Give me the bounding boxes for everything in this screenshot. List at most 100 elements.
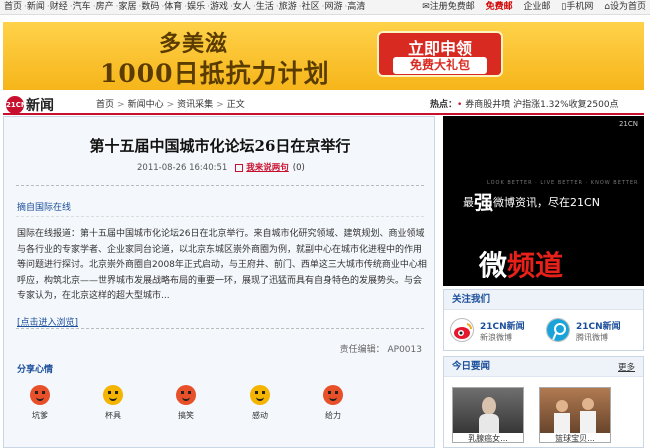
comment-count: (0) — [292, 163, 305, 173]
nav-link-ent[interactable]: 娱乐 — [187, 2, 205, 12]
nav-link-news[interactable]: 新闻 — [27, 2, 45, 12]
today-news-panel: 今日要闻 更多 乳腺癌女... 篮球宝贝... — [443, 356, 644, 448]
news-thumbnail[interactable]: 乳腺癌女... — [452, 387, 524, 443]
nav-link-life[interactable]: 生活 — [256, 2, 274, 12]
mood-label: 感动 — [252, 411, 268, 420]
follow-sina-weibo[interactable]: 21CN新闻 新浪微博 — [450, 316, 545, 346]
read-more-link[interactable]: [点击进入浏览] — [17, 315, 78, 328]
divider — [16, 216, 424, 217]
video-headline-pre: 最 — [463, 196, 474, 209]
nav-link-hd[interactable]: 高清 — [347, 2, 365, 12]
logo-name: 新闻 — [26, 97, 54, 114]
mood-cheer-button[interactable]: 给力 — [313, 385, 353, 421]
mail-icon: ✉ — [422, 2, 430, 12]
hot-topic: 热点：• 券商股井喷 沪指涨1.32%收复2500点 — [430, 97, 619, 110]
follow-tencent-weibo[interactable]: 21CN新闻 腾讯微博 — [546, 316, 641, 346]
weibo-icon — [450, 318, 474, 342]
logo-mark: 21CN — [6, 95, 27, 114]
banner-apply-button[interactable]: 立即申领 免费大礼包 — [377, 31, 503, 77]
video-headline-post: 微博资讯，尽在21CN — [493, 196, 600, 209]
comment-link[interactable]: 我来说两句 — [246, 163, 289, 173]
thumbnail-caption: 篮球宝贝... — [540, 433, 610, 442]
set-homepage-link[interactable]: 设为首页 — [610, 2, 646, 12]
nav-link-house[interactable]: 房产 — [96, 2, 114, 12]
channel-links: 首页 ·新闻 ·财经 ·汽车 ·房产 ·家居 ·数码 ·体育 ·娱乐 ·游戏 ·女人 ·生活 ·旅游 ·社… — [4, 2, 366, 12]
article-title: 第十五届中国城市化论坛26日在京举行 — [89, 137, 351, 155]
angry-face-icon — [30, 385, 50, 405]
video-english-tagline: LOOK BETTER · LIVE BETTER · KNOW BETTER — [487, 180, 639, 186]
weibo-video-ad[interactable]: 21CN LOOK BETTER · LIVE BETTER · KNOW BE… — [443, 116, 644, 286]
cheer-face-icon — [323, 385, 343, 405]
banner-slogan: 1000日抵抗力计划 — [100, 59, 330, 88]
ad-banner[interactable]: 多美滋 1000日抵抗力计划 立即申领 免费大礼包 — [3, 22, 644, 90]
more-news-link[interactable]: 更多 — [618, 361, 635, 373]
today-news-title: 今日要闻 — [444, 357, 643, 377]
mood-sad-button[interactable]: 杯具 — [93, 385, 133, 421]
nav-link-home[interactable]: 首页 — [4, 2, 22, 12]
hot-label: 热点： — [430, 100, 458, 110]
video-channel-title: 微频道 — [479, 244, 563, 284]
follow-us-title: 关注我们 — [444, 290, 643, 310]
sad-face-icon — [103, 385, 123, 405]
mood-label: 坑爹 — [32, 411, 48, 420]
share-mood-title: 分享心情 — [17, 365, 54, 375]
mobile-site-link[interactable]: 手机网 — [566, 2, 593, 12]
banner-apply-label: 立即申领 — [407, 39, 472, 58]
follow-platform: 新浪微博 — [480, 333, 512, 342]
breadcrumb: 首页 > 新闻中心 > 资讯采集 > 正文 — [96, 100, 245, 110]
banner-gift-label: 免费大礼包 — [393, 57, 487, 74]
follow-platform: 腾讯微博 — [576, 333, 608, 342]
laugh-face-icon — [176, 385, 196, 405]
account-links: ✉注册免费邮 免费邮 企业邮 ▯手机网 ⌂设为首页 — [414, 0, 646, 14]
article-panel: 第十五届中国城市化论坛26日在京举行 2011-08-26 16:40:51 我来… — [3, 116, 435, 448]
news-thumbnail[interactable]: 篮球宝贝... — [539, 387, 611, 443]
moved-face-icon — [250, 385, 270, 405]
nav-link-women[interactable]: 女人 — [233, 2, 251, 12]
breadcrumb-collection[interactable]: 资讯采集 — [177, 100, 213, 110]
follow-us-panel: 关注我们 21CN新闻 新浪微博 21CN新闻 腾讯微博 — [443, 289, 644, 351]
editor-credit: 责任编辑： AP0013 — [339, 345, 422, 355]
thumbnail-caption: 乳腺癌女... — [453, 433, 523, 442]
mood-label: 给力 — [325, 411, 341, 420]
article-body: 国际在线报道：第十五届中国城市化论坛26日在北京举行。来自城市化研究领域、建筑规… — [17, 229, 427, 302]
mood-label: 杯具 — [105, 411, 121, 420]
nav-link-digital[interactable]: 数码 — [141, 2, 159, 12]
nav-link-online-games[interactable]: 网游 — [324, 2, 342, 12]
video-title-a: 微 — [479, 249, 508, 282]
hot-topic-link[interactable]: 券商股井喷 沪指涨1.32%收复2500点 — [465, 100, 618, 110]
nav-link-sports[interactable]: 体育 — [164, 2, 182, 12]
mood-angry-button[interactable]: 坑爹 — [20, 385, 60, 421]
video-title-b: 频道 — [507, 249, 564, 282]
enterprise-mail-link[interactable]: 企业邮 — [524, 2, 551, 12]
site-logo[interactable]: 21CN新闻 — [6, 94, 54, 114]
breadcrumb-current: 正文 — [226, 100, 245, 110]
follow-name: 21CN新闻 — [576, 322, 621, 332]
top-nav-bar: 首页 ·新闻 ·财经 ·汽车 ·房产 ·家居 ·数码 ·体育 ·娱乐 ·游戏 ·女人 ·生活 ·旅游 ·社… — [0, 0, 650, 15]
mood-laugh-button[interactable]: 搞笑 — [166, 385, 206, 421]
article-source: 摘自国际在线 — [17, 203, 72, 213]
mood-moved-button[interactable]: 感动 — [240, 385, 280, 421]
breadcrumb-news-center[interactable]: 新闻中心 — [128, 100, 164, 110]
video-headline: 最强微博资讯，尽在21CN — [463, 188, 600, 215]
article-datetime: 2011-08-26 16:40:51 — [137, 163, 228, 173]
free-mail-link[interactable]: 免费邮 — [486, 2, 513, 12]
nav-link-finance[interactable]: 财经 — [50, 2, 68, 12]
video-tag: 21CN — [618, 120, 638, 128]
breadcrumb-home[interactable]: 首页 — [96, 100, 114, 110]
nav-link-games[interactable]: 游戏 — [210, 2, 228, 12]
bullet-icon: • — [457, 100, 463, 110]
header-divider — [3, 113, 644, 115]
video-headline-strong: 强 — [474, 192, 494, 214]
article-meta: 2011-08-26 16:40:51 我来说两句 (0) — [137, 161, 305, 173]
nav-link-home-deco[interactable]: 家居 — [118, 2, 136, 12]
divider — [16, 185, 424, 186]
divider — [16, 328, 424, 329]
tencent-weibo-icon — [546, 318, 570, 342]
mood-label: 搞笑 — [178, 411, 194, 420]
nav-link-travel[interactable]: 旅游 — [279, 2, 297, 12]
nav-link-auto[interactable]: 汽车 — [73, 2, 91, 12]
register-mail-link[interactable]: 注册免费邮 — [430, 2, 475, 12]
follow-name: 21CN新闻 — [480, 322, 525, 332]
nav-link-community[interactable]: 社区 — [302, 2, 320, 12]
comment-icon — [235, 163, 244, 172]
